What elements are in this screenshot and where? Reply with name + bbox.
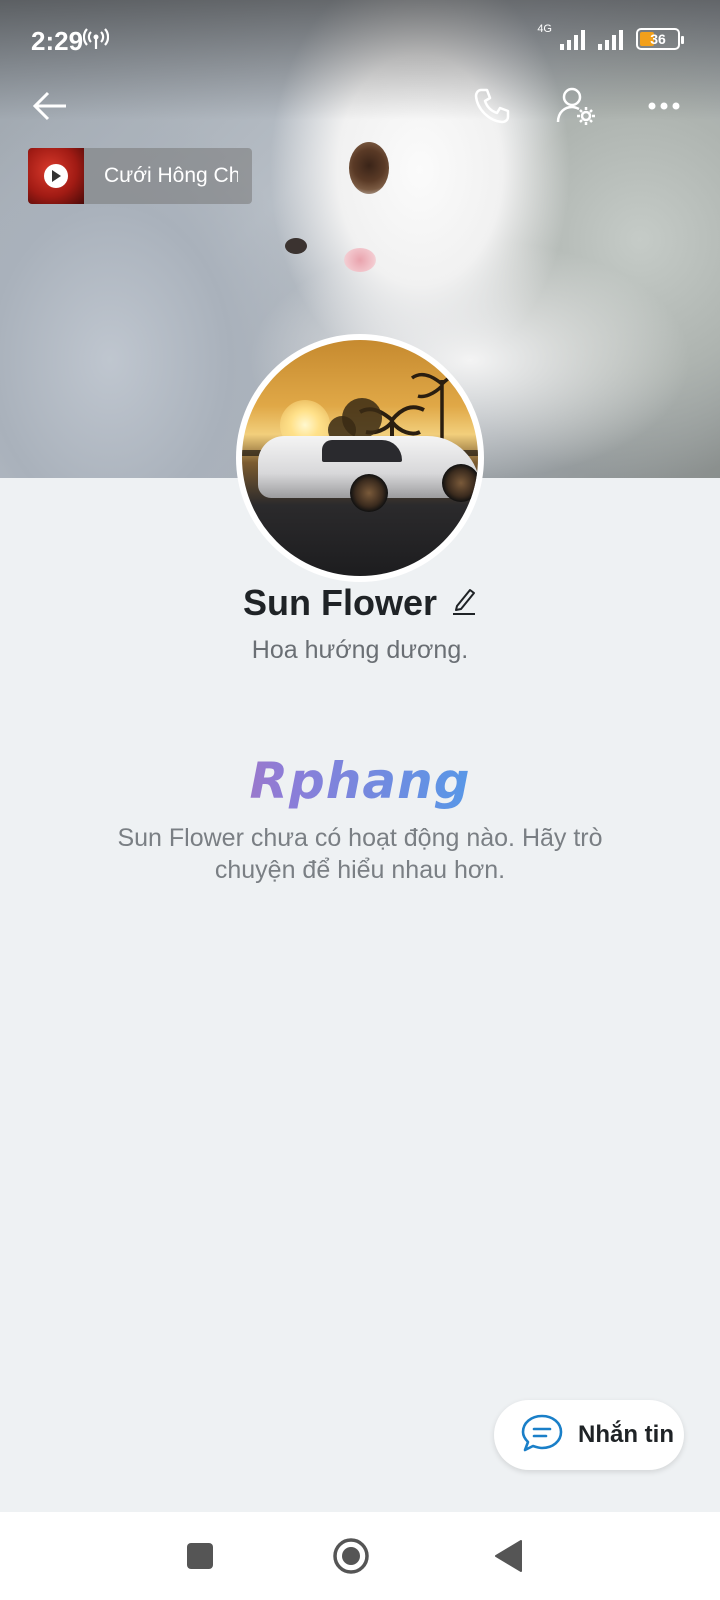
- user-settings-icon[interactable]: [548, 78, 604, 134]
- recents-icon[interactable]: [178, 1534, 222, 1578]
- more-icon[interactable]: [636, 78, 692, 134]
- play-icon[interactable]: [44, 164, 68, 188]
- avatar-wheel: [350, 474, 388, 512]
- back-nav-icon[interactable]: [486, 1534, 530, 1578]
- music-title: Cưới Hông Ch: [104, 164, 238, 187]
- battery-level: 36: [650, 31, 666, 47]
- status-time: 2:29: [31, 26, 84, 56]
- network-label: 4G: [537, 23, 552, 35]
- hotspot-icon: [82, 28, 110, 55]
- pencil-icon[interactable]: [451, 586, 477, 621]
- toolbar: [0, 78, 720, 134]
- cat-eye: [349, 142, 389, 194]
- message-button-label: Nhắn tin: [578, 1421, 674, 1448]
- music-thumbnail: [28, 148, 84, 204]
- watermark-logo: Rphang: [0, 752, 720, 810]
- back-arrow-icon[interactable]: [22, 78, 78, 134]
- profile-status: Hoa hướng dương.: [251, 636, 469, 664]
- avatar-wheel: [442, 464, 478, 502]
- status-right: 4G 36: [537, 23, 684, 50]
- profile-name: Sun Flower: [242, 582, 437, 623]
- cat-nose: [344, 248, 376, 272]
- status-bar: 2:29 4G 36: [0, 0, 720, 80]
- message-button[interactable]: Nhắn tin: [494, 1400, 684, 1470]
- signal-icon-2: [598, 30, 623, 50]
- music-chip[interactable]: Cưới Hông Ch: [28, 148, 252, 204]
- avatar-car-window: [322, 440, 402, 462]
- profile-name-row: Sun Flower: [0, 582, 720, 624]
- chat-bubble-icon: [520, 1413, 564, 1458]
- empty-state-message: Sun Flower chưa có hoạt động nào. Hãy tr…: [117, 824, 603, 884]
- phone-icon[interactable]: [464, 78, 520, 134]
- avatar[interactable]: [236, 334, 484, 582]
- battery-icon: 36: [636, 28, 684, 50]
- home-icon[interactable]: [329, 1534, 373, 1578]
- signal-icon: [560, 30, 585, 50]
- cat-eye-left: [285, 238, 307, 254]
- navigation-bar: [0, 1512, 720, 1600]
